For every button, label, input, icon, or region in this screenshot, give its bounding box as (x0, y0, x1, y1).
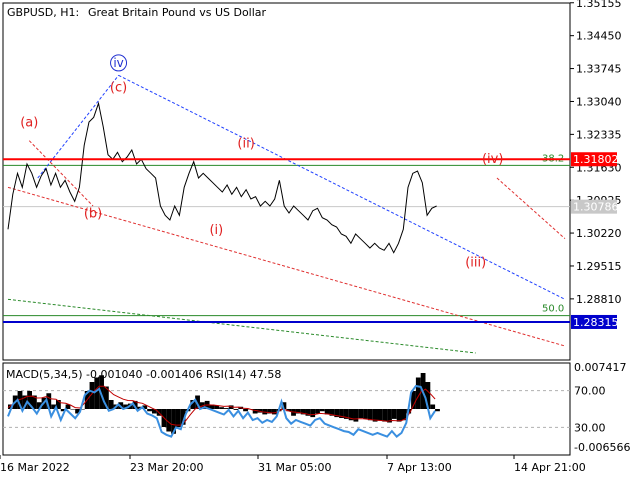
current-price-label: 1.30786 (573, 201, 619, 214)
x-axis-label: 16 Mar 2022 (0, 461, 70, 474)
macd-histogram-bar (233, 409, 239, 410)
macd-histogram-bar (358, 409, 364, 418)
wave-label: (ii) (237, 137, 254, 152)
chart-description: Great Britain Pound vs US Dollar (88, 6, 267, 19)
macd-histogram-bar (382, 409, 388, 422)
price-tag-label: 1.28315 (573, 316, 619, 329)
blue-dash-trendline (37, 75, 119, 179)
macd-histogram-bar (435, 409, 440, 412)
indicator-y-tick-label: 70.00 (574, 385, 606, 398)
wave-label: (i) (209, 223, 223, 238)
chart-root: 1.35155 1.34450 1.33745 1.33040 1.32335 1.316… (0, 0, 640, 480)
y-axis-tick-label: 1.29515 (576, 260, 622, 273)
x-axis-label: 14 Apr 21:00 (514, 461, 586, 474)
macd-histogram-bar (310, 409, 316, 418)
macd-signal-line (7, 385, 436, 426)
macd-histogram-bar (175, 409, 181, 427)
y-axis-tick-label: 1.30220 (576, 227, 622, 240)
indicator-y-tick-label: -0.006566 (574, 441, 630, 454)
y-axis-tick-label: 1.34450 (576, 30, 622, 43)
macd-histogram-bar (315, 409, 320, 414)
macd-histogram-bar (219, 407, 224, 409)
macd-histogram-bar (363, 409, 368, 419)
blue-dash-trendline (118, 74, 566, 300)
macd-histogram-bar (271, 409, 277, 415)
macd-histogram-bar (396, 409, 402, 422)
macd-histogram-bar (94, 377, 100, 409)
macd-histogram-bar (353, 409, 359, 422)
wave-label: iv (113, 56, 123, 70)
x-axis-label: 7 Apr 13:00 (387, 461, 452, 474)
macd-histogram-bar (319, 409, 325, 412)
macd-histogram-bar (147, 409, 152, 412)
fib-level-label: 50.0 (542, 304, 564, 315)
trading-chart: 1.351551.344501.337451.330401.323351.316… (0, 0, 630, 474)
macd-histogram-bar (367, 409, 373, 421)
indicator-y-tick-label: 0.007417 (574, 361, 627, 374)
green-dash-trendline (7, 298, 476, 354)
price-tag-label: 1.31802 (573, 153, 619, 166)
main-chart-frame (2, 2, 571, 361)
y-axis-tick-label: 1.33745 (576, 63, 622, 76)
y-axis-tick-label: 1.33040 (576, 95, 622, 108)
wave-label: (a) (20, 116, 38, 131)
macd-histogram-bar (108, 400, 114, 409)
macd-histogram-bar (70, 409, 76, 410)
wave-label: (c) (110, 81, 127, 96)
x-axis-label: 23 Mar 20:00 (130, 461, 203, 474)
macd-histogram-bar (391, 409, 397, 419)
indicator-y-tick-label: 30.00 (574, 421, 606, 434)
wave-label: (b) (84, 207, 102, 222)
y-axis-tick-label: 1.28810 (576, 293, 622, 306)
y-axis-tick-label: 1.32335 (576, 128, 622, 141)
macd-histogram-bar (243, 409, 248, 412)
indicator-title: MACD(5,34,5) -0.001040 -0.001406 RSI(14)… (6, 368, 281, 381)
y-axis-tick-label: 1.35155 (576, 0, 622, 10)
macd-histogram-bar (223, 408, 229, 409)
chart-symbol: GBPUSD, H1: (7, 6, 79, 19)
wave-label: (iii) (465, 256, 486, 271)
red-dash-trendline (496, 177, 566, 240)
macd-histogram-bar (430, 404, 436, 409)
wave-label: (iv) (482, 152, 503, 167)
macd-histogram-bar (377, 409, 383, 421)
x-axis-label: 31 Mar 05:00 (258, 461, 331, 474)
